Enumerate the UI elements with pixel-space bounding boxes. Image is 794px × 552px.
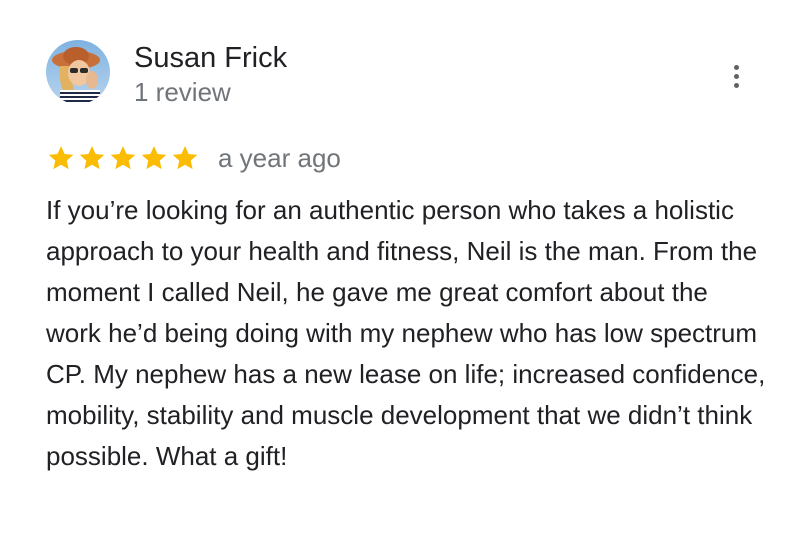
star-icon (172, 146, 198, 170)
star-icon (79, 146, 105, 170)
avatar-photo (46, 40, 110, 104)
review-count[interactable]: 1 review (134, 76, 231, 108)
more-vert-icon (733, 64, 739, 70)
star-rating (46, 143, 200, 173)
rating-row: a year ago (46, 142, 341, 174)
review-card: Susan Frick 1 review a year ago If you’r… (0, 0, 794, 552)
author-name[interactable]: Susan Frick (134, 40, 287, 76)
star-icon (110, 146, 136, 170)
more-vert-icon-dot (733, 73, 739, 79)
star-icon (141, 146, 167, 170)
more-options-button[interactable] (722, 60, 750, 92)
review-text: If you’re looking for an authentic perso… (46, 195, 766, 471)
star-icon (48, 146, 74, 170)
more-vert-icon-dot (733, 82, 739, 88)
review-date: a year ago (218, 143, 341, 173)
avatar[interactable] (46, 40, 110, 104)
